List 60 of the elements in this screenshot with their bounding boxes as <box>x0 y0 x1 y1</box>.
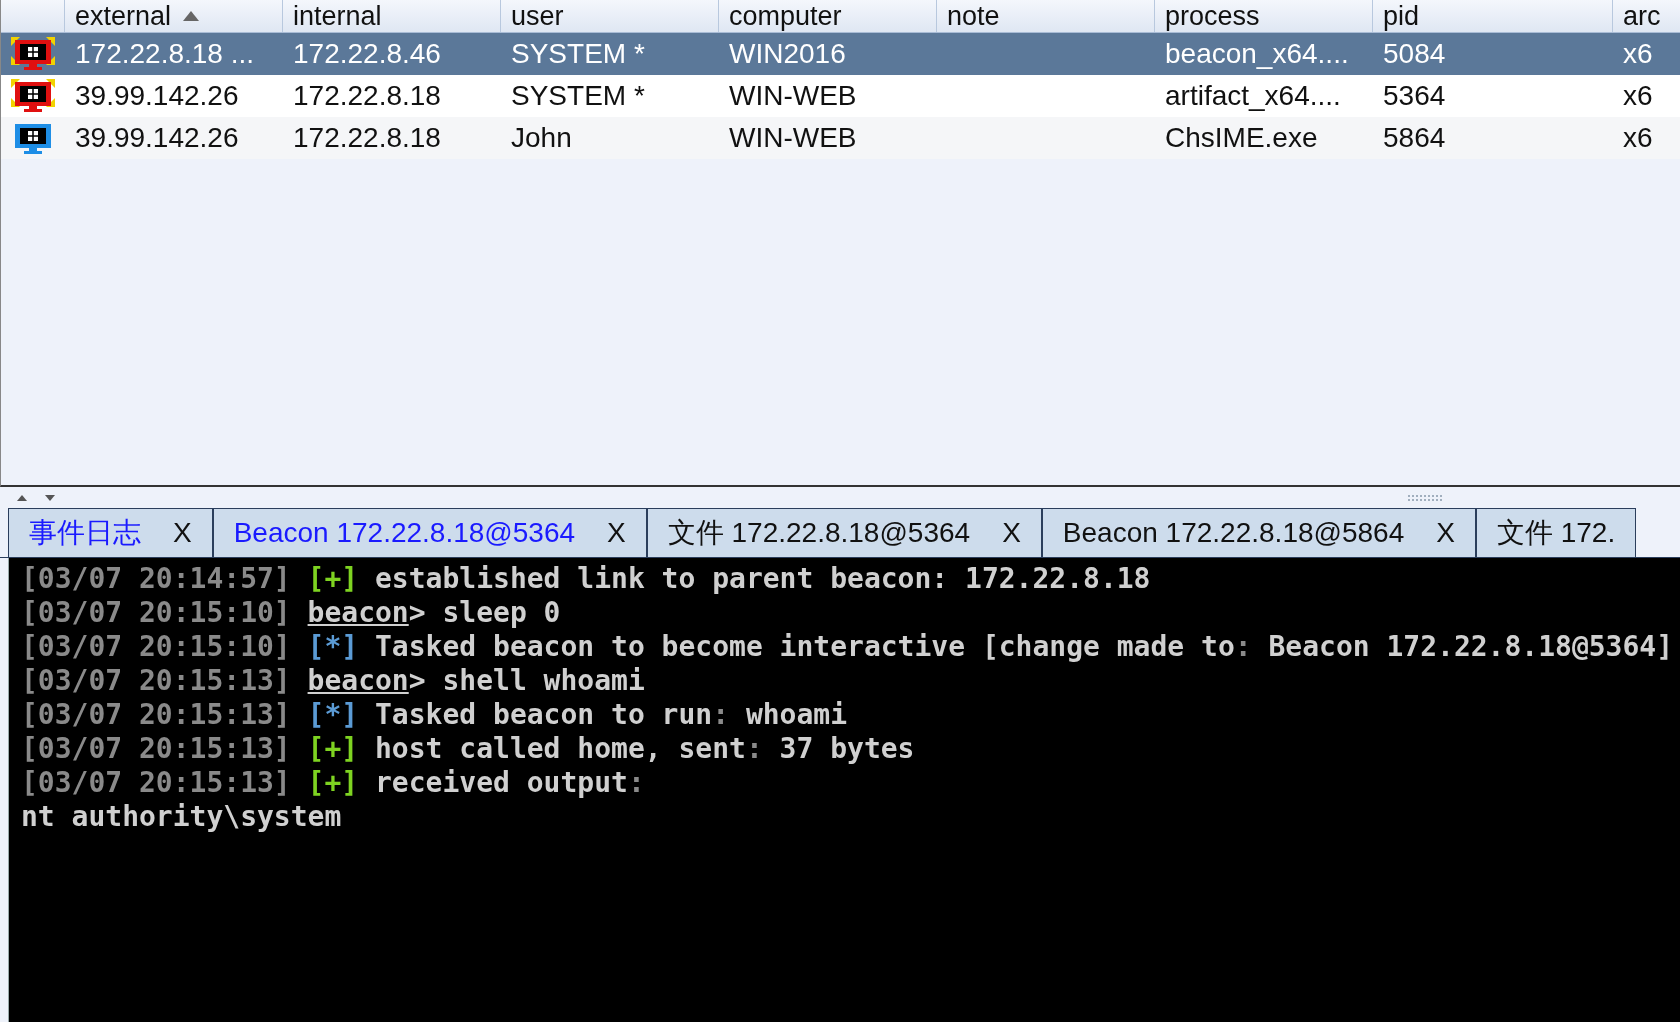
tab-close-button[interactable]: X <box>1002 519 1021 547</box>
column-header[interactable]: note <box>937 0 1155 32</box>
table-cell: 5864 <box>1383 122 1446 153</box>
table-cell: 172.22.8.46 <box>293 38 441 69</box>
table-cell: x6 <box>1623 80 1653 111</box>
column-header[interactable]: process <box>1155 0 1373 32</box>
beacon-link[interactable]: beacon <box>307 596 409 629</box>
table-cell: John <box>511 122 572 153</box>
tab[interactable]: 事件日志 X <box>8 508 213 557</box>
beacon-link[interactable]: beacon <box>307 664 409 697</box>
tab-label[interactable]: 文件 172. <box>1496 519 1616 547</box>
column-header[interactable]: external <box>65 0 283 32</box>
column-header[interactable]: pid <box>1373 0 1613 32</box>
log-line: [03/07 20:15:13] [+] host called home, sent: 37 bytes <box>21 732 915 766</box>
splitter-grip-icon[interactable] <box>1408 494 1444 501</box>
table-cell: beacon_x64.... <box>1165 38 1349 69</box>
table-cell: 39.99.142.26 <box>75 80 239 111</box>
tab-label[interactable]: Beacon 172.22.8.18@5364 <box>233 519 576 547</box>
table-cell: 172.22.8.18 ... <box>75 38 255 69</box>
table-cell: 39.99.142.26 <box>75 122 239 153</box>
table-cell: 172.22.8.18 <box>293 122 441 153</box>
table-cell: WIN-WEB <box>729 122 857 153</box>
tab[interactable]: Beacon 172.22.8.18@5364 X <box>212 508 647 557</box>
column-header[interactable]: arc <box>1613 0 1680 32</box>
column-header[interactable]: computer <box>719 0 937 32</box>
column-header[interactable]: user <box>501 0 719 32</box>
log-line: nt authority\system <box>21 800 342 834</box>
log-line: [03/07 20:14:57] [+] established link to parent beacon: 172.22.8.18 <box>21 562 1151 596</box>
tab-close-button[interactable]: X <box>1436 519 1455 547</box>
tab-label[interactable]: 事件日志 <box>29 519 141 547</box>
tab-label[interactable]: 文件 172.22.8.18@5364 <box>667 519 971 547</box>
table-row[interactable]: 39.99.142.26 172.22.8.18 John WIN-WEB ChsIME.exe 5864 x6 <box>1 117 1680 159</box>
tab[interactable]: Beacon 172.22.8.18@5864 X <box>1041 508 1476 557</box>
table-row[interactable]: 172.22.8.18 ... 172.22.8.46 SYSTEM * WIN2016 beacon_x64.... 5084 x6 <box>1 33 1680 75</box>
table-cell: 5084 <box>1383 38 1446 69</box>
tab-close-button[interactable]: X <box>607 519 626 547</box>
table-cell: ChsIME.exe <box>1165 122 1318 153</box>
table-cell: SYSTEM * <box>511 80 645 111</box>
table-cell: SYSTEM * <box>511 38 645 69</box>
table-cell: WIN-WEB <box>729 80 857 111</box>
tab-close-button[interactable]: X <box>173 519 192 547</box>
log-line: [03/07 20:15:10] beacon> sleep 0 <box>21 596 561 630</box>
tab[interactable]: 文件 172.22.8.18@5364 X <box>646 508 1042 557</box>
column-header[interactable]: internal <box>283 0 501 32</box>
log-line: [03/07 20:15:10] [*] Tasked beacon to become interactive [change made to: Beacon 172.22.8.18@5364] <box>21 630 1674 664</box>
log-line: [03/07 20:15:13] [+] received output: <box>21 766 645 800</box>
expand-down-icon[interactable] <box>44 493 56 502</box>
log-line: [03/07 20:15:13] [*] Tasked beacon to run: whoami <box>21 698 848 732</box>
table-cell: artifact_x64.... <box>1165 80 1341 111</box>
tab[interactable]: 文件 172. <box>1475 508 1637 557</box>
collapse-up-icon[interactable] <box>16 493 28 502</box>
sort-up-icon <box>183 11 200 21</box>
table-row[interactable]: 39.99.142.26 172.22.8.18 SYSTEM * WIN-WEB artifact_x64.... 5364 x6 <box>1 75 1680 117</box>
table-cell: 5364 <box>1383 80 1446 111</box>
log-line: [03/07 20:15:13] beacon> shell whoami <box>21 664 645 698</box>
table-cell: 172.22.8.18 <box>293 80 441 111</box>
table-cell: x6 <box>1623 38 1653 69</box>
table-cell: x6 <box>1623 122 1653 153</box>
tab-label[interactable]: Beacon 172.22.8.18@5864 <box>1062 519 1405 547</box>
table-cell: WIN2016 <box>729 38 846 69</box>
